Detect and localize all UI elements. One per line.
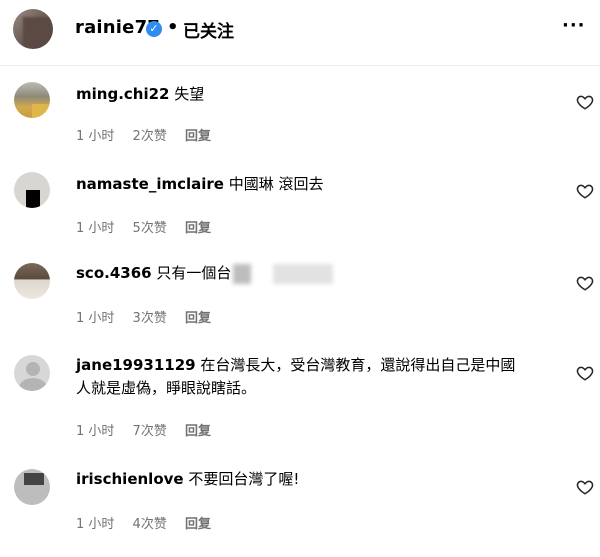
heart-icon[interactable]	[576, 93, 594, 111]
commenter-username[interactable]: irischienlove	[76, 470, 184, 488]
commenter-avatar[interactable]	[14, 263, 50, 299]
reply-button[interactable]: 回复	[185, 311, 211, 326]
commenter-avatar[interactable]	[14, 355, 50, 391]
comment-text: 中國琳 滾回去	[228, 175, 324, 193]
comment-meta: 1 小时 3次赞 回复	[76, 307, 225, 326]
commenter-username[interactable]: jane19931129	[76, 356, 196, 374]
comment-text: 失望	[174, 85, 205, 103]
comment-time: 1 小时	[76, 424, 115, 439]
comment-likes[interactable]: 4次赞	[133, 517, 167, 532]
reply-button[interactable]: 回复	[185, 424, 211, 439]
commenter-avatar[interactable]	[14, 172, 50, 208]
comment-meta: 1 小时 2次赞 回复	[76, 125, 225, 144]
reply-button[interactable]: 回复	[185, 129, 211, 144]
post-header: rainie77 ✓ • 已关注 ···	[0, 0, 600, 66]
redacted-text	[233, 263, 252, 284]
redacted-text	[273, 263, 334, 284]
comment-meta: 1 小时 7次赞 回复	[76, 420, 225, 439]
follow-status-button[interactable]: 已关注	[183, 17, 234, 42]
commenter-username[interactable]: ming.chi22	[76, 85, 169, 103]
heart-icon[interactable]	[576, 478, 594, 496]
comment-time: 1 小时	[76, 221, 115, 236]
reply-button[interactable]: 回复	[185, 221, 211, 236]
comment-time: 1 小时	[76, 311, 115, 326]
commenter-username[interactable]: sco.4366	[76, 264, 152, 282]
comment-likes[interactable]: 2次赞	[133, 129, 167, 144]
commenter-username[interactable]: namaste_imclaire	[76, 175, 224, 193]
heart-icon[interactable]	[576, 182, 594, 200]
comment-text: 不要回台灣了喔!	[188, 470, 300, 488]
comment-text: 在台灣長大，受台灣教育，還說得出自己是中國	[200, 356, 516, 374]
heart-icon[interactable]	[576, 274, 594, 292]
commenter-avatar[interactable]	[14, 469, 50, 505]
author-avatar[interactable]	[13, 9, 53, 49]
comment-time: 1 小时	[76, 517, 115, 532]
more-options-icon[interactable]: ···	[562, 15, 586, 36]
comment-time: 1 小时	[76, 129, 115, 144]
heart-icon[interactable]	[576, 364, 594, 382]
verified-badge-icon: ✓	[146, 21, 162, 37]
comment-likes[interactable]: 3次赞	[133, 311, 167, 326]
comment-likes[interactable]: 7次赞	[133, 424, 167, 439]
comment-meta: 1 小时 5次赞 回复	[76, 217, 225, 236]
commenter-avatar[interactable]	[14, 82, 50, 118]
comment-meta: 1 小时 4次赞 回复	[76, 513, 225, 532]
comment-text-line2: 人就是虛偽，睜眼說瞎話。	[76, 379, 257, 397]
reply-button[interactable]: 回复	[185, 517, 211, 532]
separator-dot: •	[167, 17, 179, 38]
comment-likes[interactable]: 5次赞	[133, 221, 167, 236]
comment-text: 只有一個台	[156, 264, 232, 282]
